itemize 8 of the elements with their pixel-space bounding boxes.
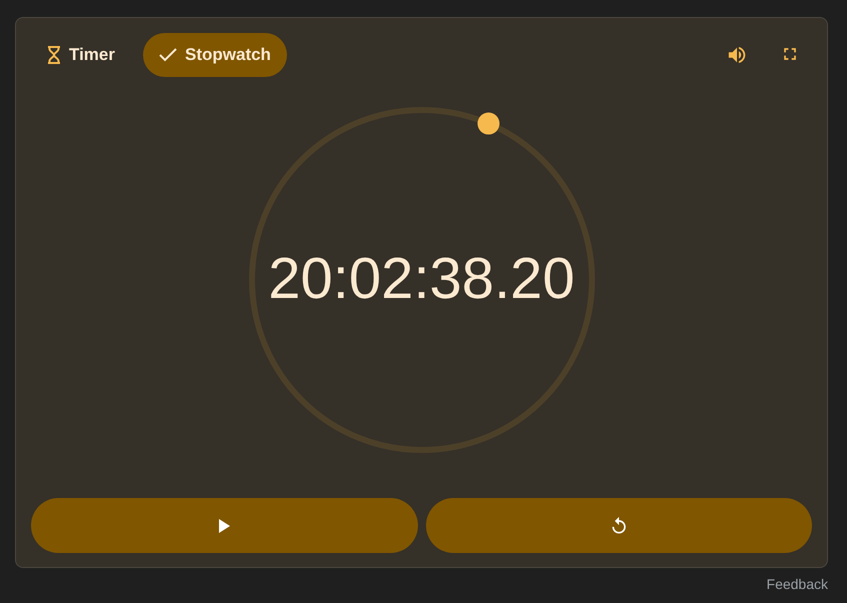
tab[interactable]: Stopwatch <box>143 33 287 77</box>
tab[interactable]: Timer <box>31 33 131 77</box>
play-icon <box>218 518 230 532</box>
feedback-link[interactable]: Feedback <box>766 576 828 592</box>
progress-dot <box>477 112 500 135</box>
hourglass-icon <box>47 46 61 64</box>
check-icon <box>159 48 177 62</box>
elapsed-time: 20:02:38.20 <box>267 245 576 313</box>
